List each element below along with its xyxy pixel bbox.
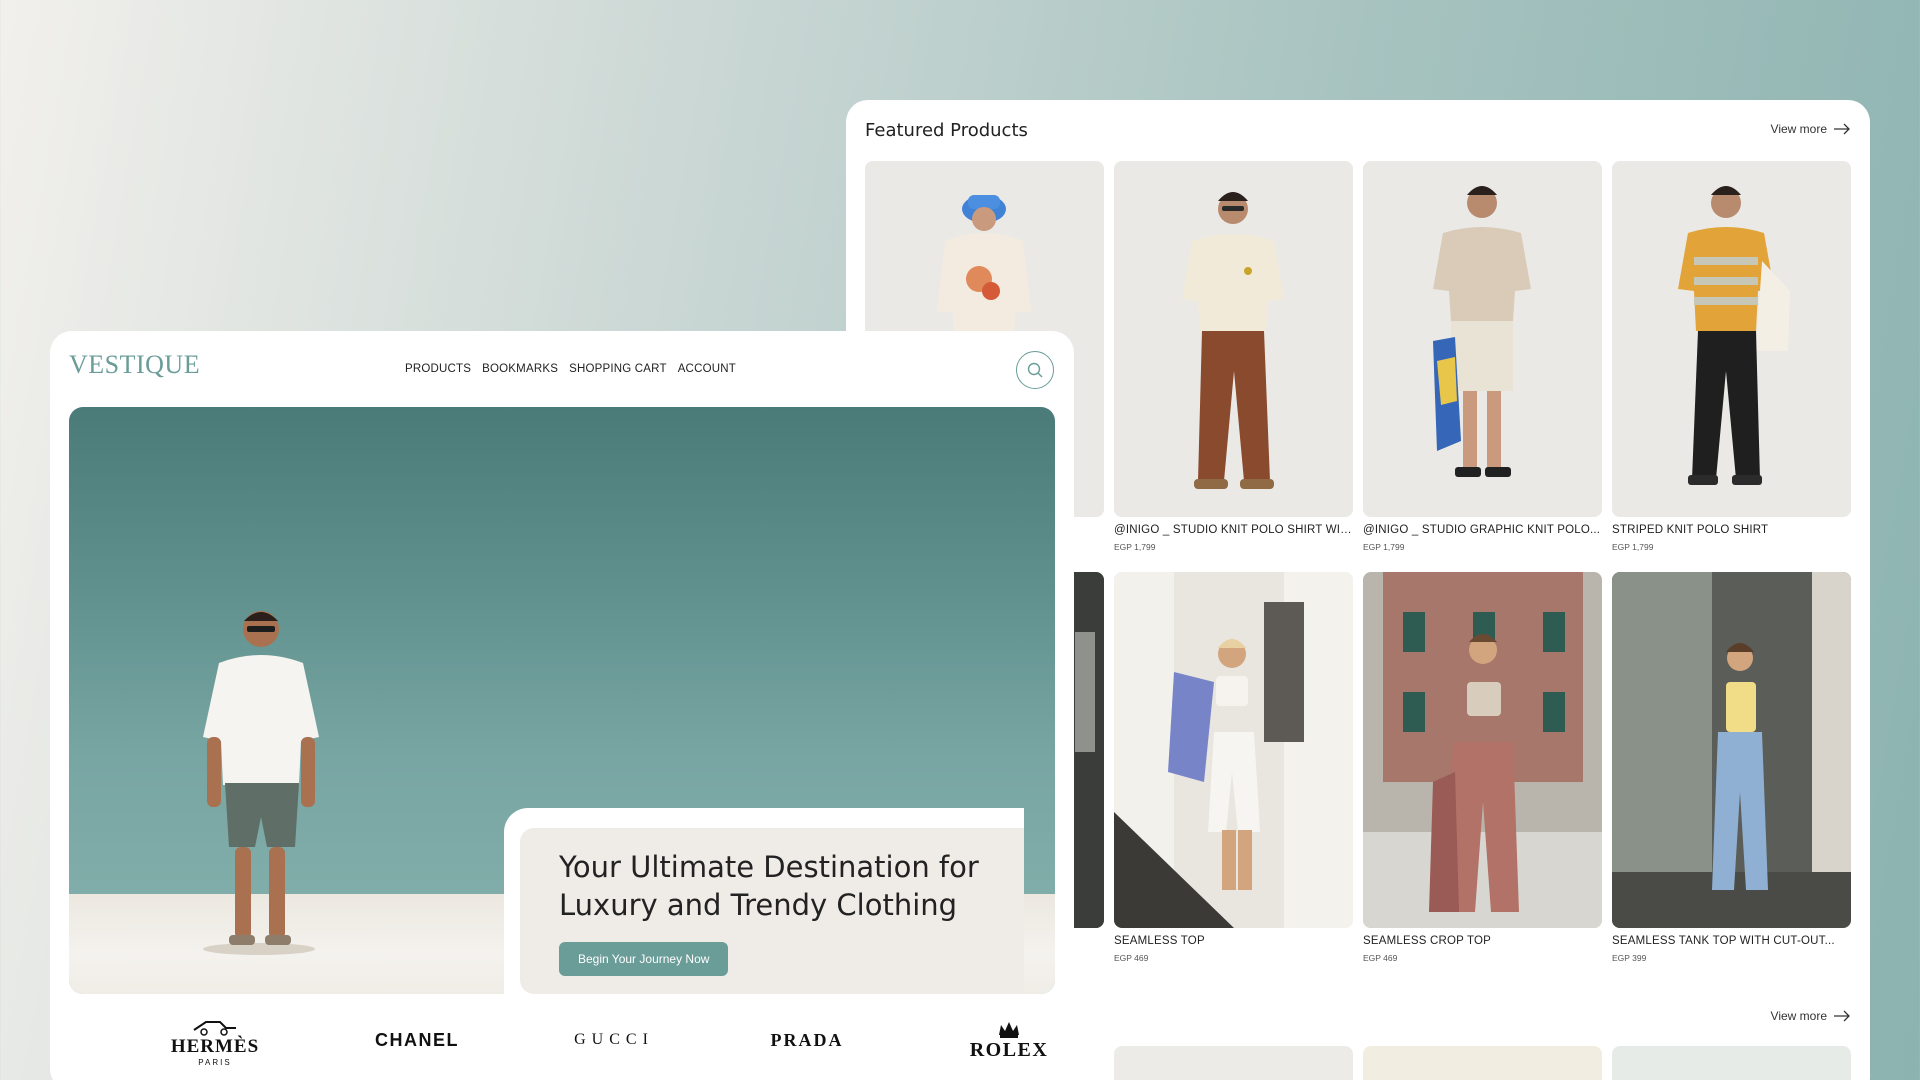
product-price: EGP 399: [1612, 953, 1647, 963]
arrow-right-icon: [1834, 123, 1850, 135]
product-image[interactable]: [1114, 572, 1353, 928]
product-image[interactable]: [1612, 161, 1851, 517]
product-name[interactable]: SEAMLESS TANK TOP WITH CUT-OUT...: [1612, 935, 1851, 947]
product-image[interactable]: [1612, 572, 1851, 928]
view-more-link[interactable]: View more: [1771, 122, 1851, 136]
product-image[interactable]: [1114, 1046, 1353, 1080]
search-icon: [1027, 362, 1043, 378]
nav-account[interactable]: ACCOUNT: [678, 363, 736, 375]
brand-hermes[interactable]: HERMÈS PARIS: [130, 1000, 300, 1080]
product-price: EGP 1,799: [1612, 542, 1654, 552]
product-image[interactable]: [1114, 161, 1353, 517]
product-image[interactable]: [1363, 1046, 1602, 1080]
brand-hermes-sub: PARIS: [198, 1057, 232, 1067]
hero-title: Your Ultimate Destination for Luxury and…: [559, 850, 979, 922]
brand-hermes-name: HERMÈS: [170, 1035, 260, 1057]
product-price: EGP 1,799: [1363, 542, 1405, 552]
view-more-link-bottom[interactable]: View more: [1771, 1009, 1851, 1023]
view-more-label: View more: [1770, 1009, 1827, 1023]
brand-gucci-name: GUCCI: [574, 1031, 654, 1048]
product-price: EGP 469: [1363, 953, 1398, 963]
site-logo[interactable]: VESTIQUE: [69, 350, 200, 380]
brand-strip: HERMÈS PARIS CHANEL GUCCI PRADA ROLEX: [50, 1000, 1074, 1080]
nav-products[interactable]: PRODUCTS: [405, 363, 471, 375]
product-name[interactable]: STRIPED KNIT POLO SHIRT: [1612, 524, 1851, 536]
product-name[interactable]: @INIGO _ STUDIO KNIT POLO SHIRT WIT...: [1114, 524, 1353, 536]
brand-rolex-name: ROLEX: [969, 1038, 1049, 1061]
brand-prada-name: PRADA: [770, 1029, 844, 1050]
horse-carriage-icon: [193, 1020, 236, 1036]
product-name[interactable]: @INIGO _ STUDIO GRAPHIC KNIT POLO...: [1363, 524, 1602, 536]
brand-prada[interactable]: PRADA: [722, 1000, 892, 1080]
begin-journey-button[interactable]: Begin Your Journey Now: [559, 942, 729, 976]
brand-chanel-name: CHANEL: [375, 1029, 459, 1050]
search-button[interactable]: [1016, 351, 1054, 389]
product-image[interactable]: [1363, 572, 1602, 928]
product-price: EGP 469: [1114, 953, 1149, 963]
nav-shopping-cart[interactable]: SHOPPING CART: [569, 363, 667, 375]
brand-rolex[interactable]: ROLEX: [924, 1000, 1094, 1080]
product-price: EGP 1,799: [1114, 542, 1156, 552]
nav-bookmarks[interactable]: BOOKMARKS: [482, 363, 558, 375]
product-image[interactable]: [1363, 161, 1602, 517]
featured-title: Featured Products: [865, 120, 1028, 141]
product-image[interactable]: [1612, 1046, 1851, 1080]
main-nav: PRODUCTS BOOKMARKS SHOPPING CART ACCOUNT: [405, 363, 736, 375]
arrow-right-icon: [1834, 1010, 1850, 1022]
product-name[interactable]: SEAMLESS TOP: [1114, 935, 1353, 947]
brand-gucci[interactable]: GUCCI: [529, 1000, 699, 1080]
brand-chanel[interactable]: CHANEL: [332, 1000, 502, 1080]
hero-text-box: Your Ultimate Destination for Luxury and…: [520, 828, 1024, 994]
view-more-label: View more: [1770, 122, 1827, 136]
crown-icon: [999, 1021, 1019, 1038]
featured-header: Featured Products View more: [865, 120, 1851, 150]
product-name[interactable]: SEAMLESS CROP TOP: [1363, 935, 1602, 947]
